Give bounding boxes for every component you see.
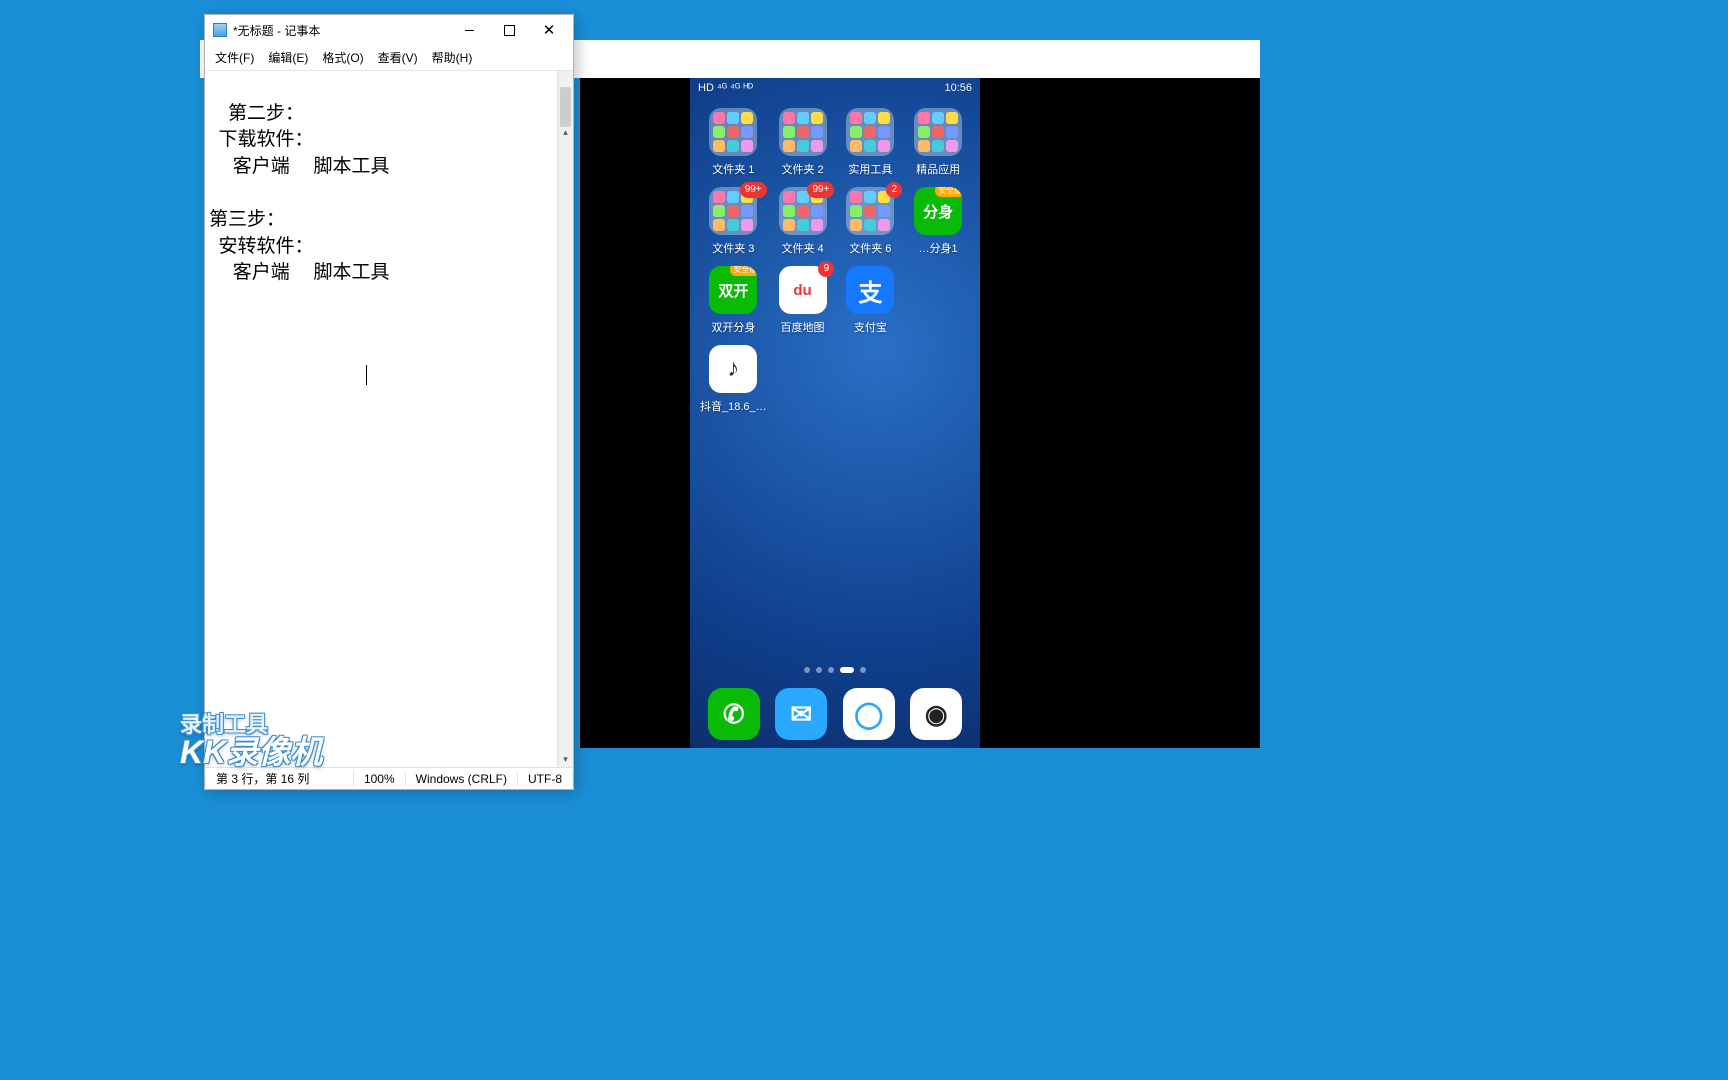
app-label: 文件夹 4 [781, 240, 823, 256]
scroll-thumb[interactable] [560, 87, 571, 127]
app-icon[interactable]: 文件夹 1 [700, 108, 767, 177]
app-label: 文件夹 1 [712, 161, 754, 177]
notepad-window[interactable]: *无标题 - 记事本 ✕ 文件(F)编辑(E)格式(O)查看(V)帮助(H) 第… [204, 14, 574, 790]
scrollbar[interactable]: ▴ ▾ [557, 71, 573, 767]
badge: 2 [886, 182, 902, 198]
app-label: 双开分身 [711, 319, 755, 335]
minimize-button[interactable] [449, 17, 489, 43]
window-title: *无标题 - 记事本 [233, 22, 449, 39]
dock-camera[interactable]: ◉ [910, 688, 962, 740]
watermark-line2: KK录像机 [180, 736, 322, 770]
phone-status-bar: HD ⁴ᴳ ⁴ᴳ ᴴᴰ 10:56 [690, 78, 980, 96]
app-label: 实用工具 [848, 161, 892, 177]
text-area[interactable]: 第二步： 下载软件： 客户端 脚本工具 第三步： 安转软件： 客户端 脚本工具 … [205, 71, 573, 767]
dock-phone[interactable]: ✆ [708, 688, 760, 740]
app-label: 文件夹 2 [781, 161, 823, 177]
badge: 99+ [807, 182, 834, 198]
app-icon[interactable]: 99+文件夹 4 [771, 187, 835, 256]
dock-messages[interactable]: ✉ [775, 688, 827, 740]
phone-home-grid[interactable]: 文件夹 1文件夹 2实用工具精品应用99+文件夹 399+文件夹 42文件夹 6… [690, 96, 980, 414]
app-icon[interactable]: 双开安全版双开分身 [700, 266, 767, 335]
close-button[interactable]: ✕ [529, 17, 569, 43]
app-icon[interactable]: du9百度地图 [771, 266, 835, 335]
notepad-icon [213, 23, 227, 37]
app-icon[interactable]: 实用工具 [838, 108, 902, 177]
menu-item[interactable]: 编辑(E) [262, 47, 314, 68]
app-label: 抖音_18.6_… [700, 398, 767, 414]
status-enc: UTF-8 [518, 772, 573, 786]
app-label: 支付宝 [854, 319, 887, 335]
app-label: 文件夹 6 [849, 240, 891, 256]
status-time: 10:56 [944, 82, 972, 94]
dock-browser[interactable]: ◯ [843, 688, 895, 740]
app-label: 百度地图 [781, 319, 825, 335]
statusbar: 第 3 行，第 16 列 100% Windows (CRLF) UTF-8 [205, 767, 573, 789]
status-eol: Windows (CRLF) [406, 772, 518, 786]
phone-dock[interactable]: ✆ ✉ ◯ ◉ [690, 688, 980, 740]
app-icon[interactable]: 2文件夹 6 [838, 187, 902, 256]
menubar[interactable]: 文件(F)编辑(E)格式(O)查看(V)帮助(H) [205, 45, 573, 71]
status-pos: 第 3 行，第 16 列 [205, 770, 354, 787]
badge: 99+ [740, 182, 767, 198]
app-label: 文件夹 3 [712, 240, 754, 256]
maximize-button[interactable] [489, 17, 529, 43]
app-icon[interactable]: 99+文件夹 3 [700, 187, 767, 256]
page-indicator [690, 667, 980, 673]
menu-item[interactable]: 查看(V) [372, 47, 424, 68]
status-zoom: 100% [354, 772, 406, 786]
app-icon[interactable]: 支支付宝 [838, 266, 902, 335]
titlebar[interactable]: *无标题 - 记事本 ✕ [205, 15, 573, 45]
scroll-down-icon[interactable]: ▾ [558, 751, 573, 767]
app-label: 精品应用 [916, 161, 960, 177]
watermark: 录制工具 KK录像机 [180, 713, 322, 770]
app-icon[interactable]: 分身安全版…分身1 [906, 187, 970, 256]
watermark-line1: 录制工具 [180, 713, 322, 736]
phone-screen: HD ⁴ᴳ ⁴ᴳ ᴴᴰ 10:56 文件夹 1文件夹 2实用工具精品应用99+文… [690, 78, 980, 748]
menu-item[interactable]: 格式(O) [316, 47, 369, 68]
menu-item[interactable]: 文件(F) [209, 47, 260, 68]
app-icon[interactable]: 精品应用 [906, 108, 970, 177]
phone-mirror-panel: HD ⁴ᴳ ⁴ᴳ ᴴᴰ 10:56 文件夹 1文件夹 2实用工具精品应用99+文… [580, 78, 1260, 748]
text-content: 第二步： 下载软件： 客户端 脚本工具 第三步： 安转软件： 客户端 脚本工具 [209, 103, 390, 284]
app-icon[interactable]: 文件夹 2 [771, 108, 835, 177]
status-left: HD ⁴ᴳ ⁴ᴳ ᴴᴰ [698, 82, 753, 94]
menu-item[interactable]: 帮助(H) [426, 47, 479, 68]
app-label: …分身1 [919, 240, 958, 256]
app-icon[interactable]: ♪抖音_18.6_… [700, 345, 767, 414]
badge: 9 [818, 261, 834, 277]
